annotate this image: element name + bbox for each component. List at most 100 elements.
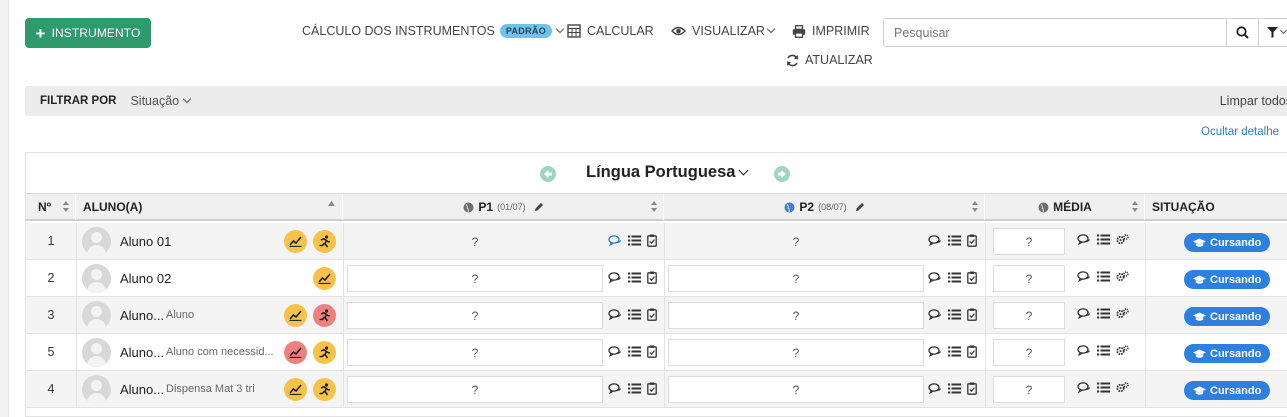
list-icon[interactable] [1097,271,1110,282]
print-button[interactable]: IMPRIMIR [792,24,870,38]
average-grade-input[interactable]: ? [993,228,1065,255]
attendance-runner-icon[interactable] [313,230,336,253]
clipboard-icon[interactable] [647,308,657,321]
comments-icon[interactable] [1077,234,1091,245]
list-icon[interactable] [628,235,641,246]
list-icon[interactable] [948,272,961,283]
clipboard-icon[interactable] [647,345,657,358]
column-header-average[interactable]: MÉDIA [986,194,1145,220]
hide-details-link[interactable]: Ocultar detalhe [1201,126,1279,138]
performance-chart-icon[interactable] [284,304,307,327]
settings-icon[interactable] [1116,345,1129,356]
clipboard-icon[interactable] [967,271,977,284]
student-cell[interactable]: Aluno... Dispensa Mat 3 tri [76,371,343,407]
p2-grade-input[interactable]: ? [668,228,924,255]
attendance-runner-icon[interactable] [313,304,336,327]
comments-icon[interactable] [608,346,622,357]
comments-icon[interactable] [928,235,942,246]
list-icon[interactable] [1097,382,1110,393]
average-grade-input[interactable]: ? [993,376,1065,403]
student-cell[interactable]: Aluno 01 [76,223,343,259]
search-button[interactable] [1226,18,1259,47]
comments-icon[interactable] [928,346,942,357]
student-name[interactable]: Aluno 01 [120,234,171,249]
comments-icon[interactable] [608,272,622,283]
column-header-p1[interactable]: P1 (01/07) [344,194,664,220]
clear-all-link[interactable]: Limpar todos [1220,94,1287,108]
attendance-runner-icon[interactable] [313,378,336,401]
settings-icon[interactable] [1116,234,1129,245]
settings-icon[interactable] [1116,308,1129,319]
clipboard-icon[interactable] [647,382,657,395]
status-badge[interactable]: Cursando [1184,381,1271,400]
calculate-button[interactable]: CALCULAR [567,24,654,38]
performance-chart-icon[interactable] [284,378,307,401]
student-name[interactable]: Aluno... [120,345,164,360]
filter-button[interactable] [1258,18,1287,47]
view-dropdown[interactable]: VISUALIZAR [671,24,776,38]
comments-icon[interactable] [928,383,942,394]
clipboard-icon[interactable] [967,234,977,247]
column-header-p2[interactable]: P2 (08/07) [665,194,985,220]
performance-chart-icon[interactable] [284,341,307,364]
status-badge[interactable]: Cursando [1184,344,1271,363]
previous-subject-button[interactable] [540,166,556,182]
clipboard-icon[interactable] [647,271,657,284]
student-cell[interactable]: Aluno... Aluno com necessid... [76,334,343,370]
list-icon[interactable] [628,383,641,394]
settings-icon[interactable] [1116,271,1129,282]
comments-icon[interactable] [608,235,622,246]
add-instrument-button[interactable]: + INSTRUMENTO [25,18,151,48]
student-cell[interactable]: Aluno... Aluno [76,297,343,333]
p1-grade-input[interactable]: ? [347,302,603,329]
p2-grade-input[interactable]: ? [668,339,924,366]
comments-icon[interactable] [928,309,942,320]
comments-icon[interactable] [1077,308,1091,319]
status-badge[interactable]: Cursando [1184,270,1271,289]
clipboard-icon[interactable] [647,234,657,247]
comments-icon[interactable] [608,383,622,394]
clipboard-icon[interactable] [967,382,977,395]
student-name[interactable]: Aluno 02 [120,271,171,286]
subject-dropdown[interactable]: Língua Portuguesa [586,163,749,182]
situation-filter-dropdown[interactable]: Situação [130,94,192,108]
attendance-runner-icon[interactable] [313,341,336,364]
clipboard-icon[interactable] [967,345,977,358]
pencil-icon[interactable] [534,202,544,212]
list-icon[interactable] [628,272,641,283]
calc-instruments-dropdown[interactable]: CÁLCULO DOS INSTRUMENTOS PADRÃO [302,24,565,38]
status-badge[interactable]: Cursando [1184,307,1271,326]
list-icon[interactable] [1097,308,1110,319]
average-grade-input[interactable]: ? [993,302,1065,329]
list-icon[interactable] [948,309,961,320]
comments-icon[interactable] [1077,382,1091,393]
p1-grade-input[interactable]: ? [347,265,603,292]
list-icon[interactable] [948,346,961,357]
list-icon[interactable] [1097,345,1110,356]
list-icon[interactable] [628,309,641,320]
p2-grade-input[interactable]: ? [668,265,924,292]
p1-grade-input[interactable]: ? [347,376,603,403]
list-icon[interactable] [948,383,961,394]
average-grade-input[interactable]: ? [993,339,1065,366]
student-name[interactable]: Aluno... [120,382,164,397]
status-badge[interactable]: Cursando [1184,233,1271,252]
performance-chart-icon[interactable] [313,267,336,290]
search-input[interactable] [883,18,1227,47]
settings-icon[interactable] [1116,382,1129,393]
student-cell[interactable]: Aluno 02 [76,260,343,296]
column-header-status[interactable]: SITUAÇÃO [1146,194,1287,220]
comments-icon[interactable] [928,272,942,283]
pencil-icon[interactable] [855,202,865,212]
comments-icon[interactable] [1077,271,1091,282]
list-icon[interactable] [948,235,961,246]
p2-grade-input[interactable]: ? [668,376,924,403]
p1-grade-input[interactable]: ? [347,339,603,366]
update-button[interactable]: ATUALIZAR [786,53,873,67]
list-icon[interactable] [1097,234,1110,245]
clipboard-icon[interactable] [967,308,977,321]
p1-grade-input[interactable]: ? [347,228,603,255]
column-header-student[interactable]: ALUNO(A) [76,194,343,220]
performance-chart-icon[interactable] [284,230,307,253]
comments-icon[interactable] [608,309,622,320]
